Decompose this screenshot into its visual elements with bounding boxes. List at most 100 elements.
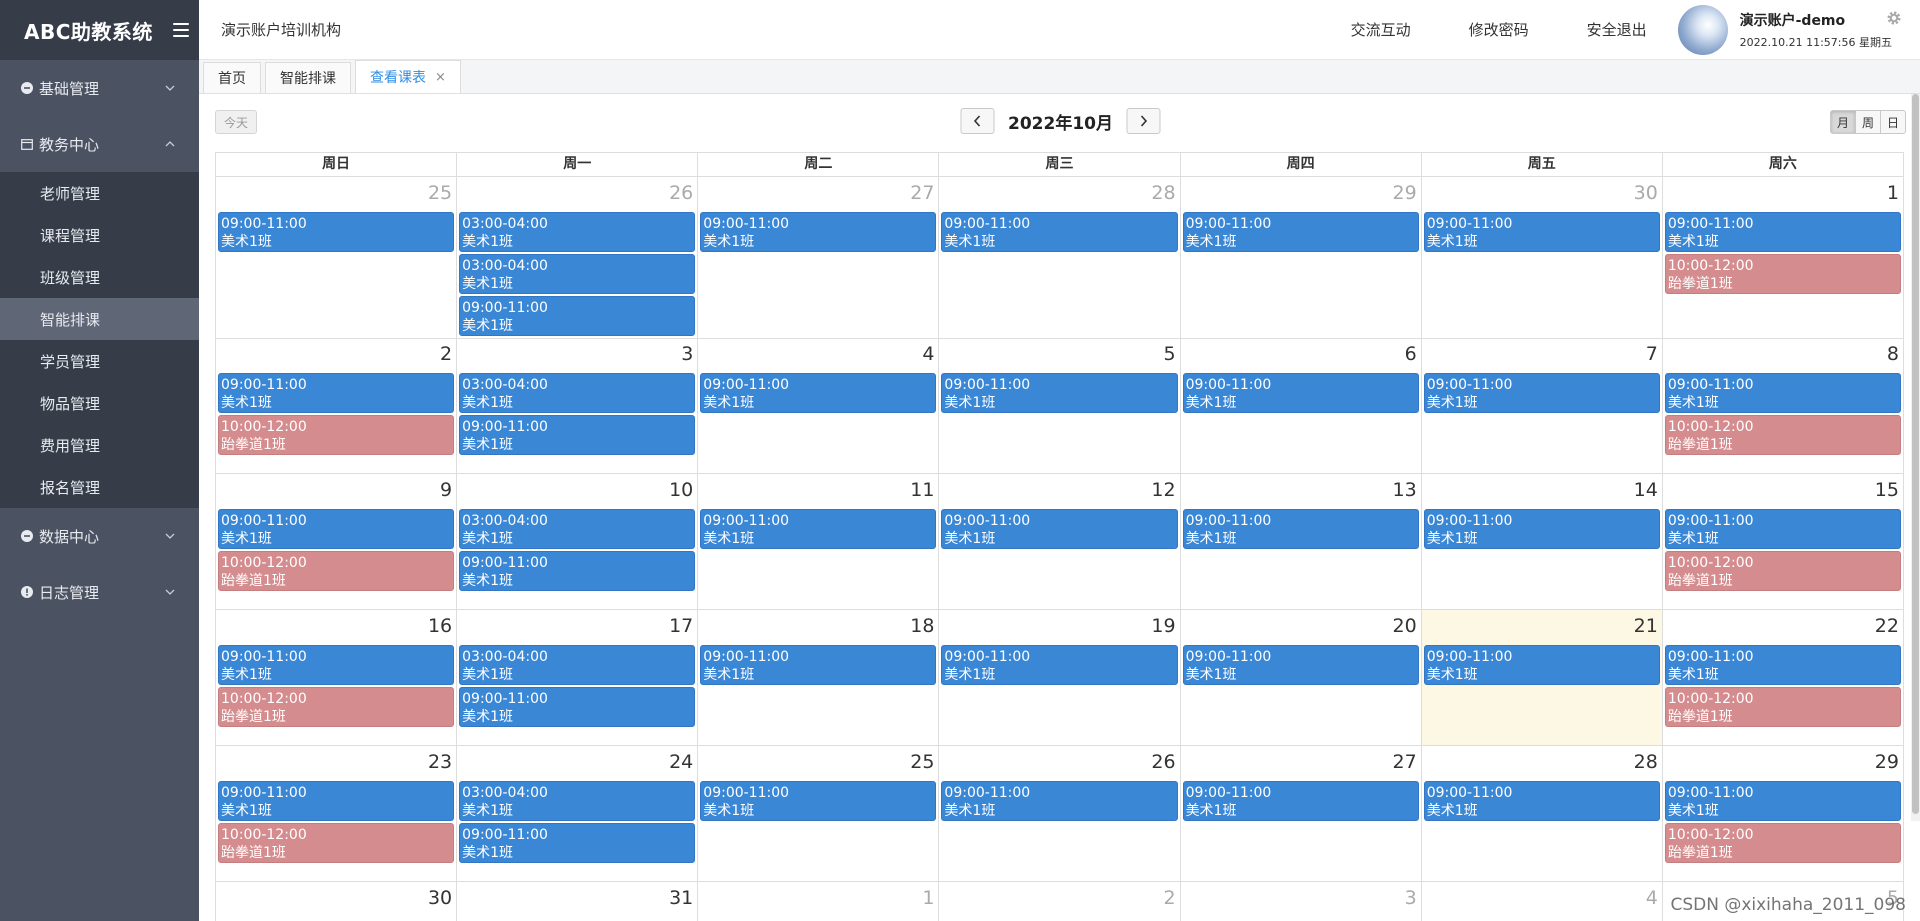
nav-group-academic[interactable]: 教务中心: [0, 116, 199, 172]
day-cell[interactable]: 30: [216, 882, 458, 921]
calendar-event[interactable]: 09:00-11:00 美术1班: [1664, 645, 1901, 685]
day-cell[interactable]: 2 09:00-11:00 美术1班 10:00-12:00 跆拳道1班: [216, 338, 458, 474]
day-cell[interactable]: 23 09:00-11:00 美术1班 10:00-12:00 跆拳道1班: [216, 746, 458, 882]
sidebar-item-classes[interactable]: 班级管理: [0, 256, 199, 298]
calendar-event[interactable]: 09:00-11:00 美术1班: [1182, 373, 1419, 413]
day-cell[interactable]: 19 09:00-11:00 美术1班: [939, 610, 1181, 746]
avatar[interactable]: [1677, 4, 1728, 55]
day-cell[interactable]: 27 09:00-11:00 美术1班: [698, 177, 940, 339]
day-cell[interactable]: 29 09:00-11:00 美术1班: [1180, 177, 1422, 339]
next-month-button[interactable]: [1126, 108, 1161, 134]
calendar-event[interactable]: 09:00-11:00 美术1班: [218, 781, 455, 821]
menu-toggle-icon[interactable]: [173, 23, 189, 37]
sidebar-item-teachers[interactable]: 老师管理: [0, 172, 199, 214]
calendar-event[interactable]: 09:00-11:00 美术1班: [218, 509, 455, 549]
change-password-link[interactable]: 修改密码: [1469, 19, 1529, 40]
day-cell-today[interactable]: 21 09:00-11:00 美术1班: [1421, 610, 1663, 746]
calendar-event[interactable]: 09:00-11:00 美术1班: [459, 296, 696, 336]
tab-scheduling[interactable]: 智能排课: [265, 62, 351, 93]
day-cell[interactable]: 7 09:00-11:00 美术1班: [1421, 338, 1663, 474]
day-cell[interactable]: 8 09:00-11:00 美术1班 10:00-12:00 跆拳道1班: [1662, 338, 1904, 474]
day-cell[interactable]: 10 03:00-04:00 美术1班 09:00-11:00 美术1班: [457, 474, 699, 610]
day-cell[interactable]: 4 09:00-11:00 美术1班: [698, 338, 940, 474]
day-cell[interactable]: 13 09:00-11:00 美术1班: [1180, 474, 1422, 610]
day-cell[interactable]: 25 09:00-11:00 美术1班: [216, 177, 458, 339]
day-cell[interactable]: 14 09:00-11:00 美术1班: [1421, 474, 1663, 610]
day-cell[interactable]: 26 03:00-04:00 美术1班 03:00-04:00 美术1班 09:00-11…: [457, 177, 699, 339]
month-view-button[interactable]: 月: [1829, 110, 1856, 134]
calendar-event[interactable]: 09:00-11:00 美术1班: [1664, 212, 1901, 252]
calendar-event[interactable]: 09:00-11:00 美术1班: [1664, 509, 1901, 549]
calendar-event[interactable]: 09:00-11:00 美术1班: [700, 645, 937, 685]
sidebar-item-fees[interactable]: 费用管理: [0, 424, 199, 466]
day-cell[interactable]: 22 09:00-11:00 美术1班 10:00-12:00 跆拳道1班: [1662, 610, 1904, 746]
calendar-event[interactable]: 09:00-11:00 美术1班: [1423, 645, 1660, 685]
day-cell[interactable]: 16 09:00-11:00 美术1班 10:00-12:00 跆拳道1班: [216, 610, 458, 746]
calendar-event[interactable]: 09:00-11:00 美术1班: [1423, 781, 1660, 821]
calendar-event[interactable]: 09:00-11:00 美术1班: [459, 687, 696, 727]
day-cell[interactable]: 9 09:00-11:00 美术1班 10:00-12:00 跆拳道1班: [216, 474, 458, 610]
day-cell[interactable]: 20 09:00-11:00 美术1班: [1180, 610, 1422, 746]
day-cell[interactable]: 3 03:00-04:00 美术1班 09:00-11:00 美术1班: [457, 338, 699, 474]
calendar-event[interactable]: 10:00-12:00 跆拳道1班: [1664, 551, 1901, 591]
day-cell[interactable]: 6 09:00-11:00 美术1班: [1180, 338, 1422, 474]
calendar-event[interactable]: 09:00-11:00 美术1班: [1182, 781, 1419, 821]
calendar-event[interactable]: 10:00-12:00 跆拳道1班: [218, 415, 455, 455]
calendar-event[interactable]: 09:00-11:00 美术1班: [1664, 373, 1901, 413]
calendar-event[interactable]: 10:00-12:00 跆拳道1班: [218, 823, 455, 863]
day-cell[interactable]: 2: [939, 882, 1181, 921]
nav-group-basic[interactable]: 基础管理: [0, 60, 199, 116]
calendar-event[interactable]: 09:00-11:00 美术1班: [459, 415, 696, 455]
nav-group-data[interactable]: 数据中心: [0, 508, 199, 564]
day-cell[interactable]: 5 09:00-11:00 美术1班: [939, 338, 1181, 474]
day-cell[interactable]: 1: [698, 882, 940, 921]
scrollbar[interactable]: [1911, 94, 1920, 821]
calendar-event[interactable]: 09:00-11:00 美术1班: [700, 373, 937, 413]
calendar-event[interactable]: 09:00-11:00 美术1班: [1182, 645, 1419, 685]
day-cell[interactable]: 4: [1422, 882, 1663, 921]
calendar-event[interactable]: 09:00-11:00 美术1班: [941, 781, 1178, 821]
day-cell[interactable]: 27 09:00-11:00 美术1班: [1180, 746, 1422, 882]
calendar-event[interactable]: 10:00-12:00 跆拳道1班: [1664, 415, 1901, 455]
calendar-event[interactable]: 10:00-12:00 跆拳道1班: [1664, 823, 1901, 863]
calendar-event[interactable]: 09:00-11:00 美术1班: [1423, 509, 1660, 549]
today-button[interactable]: 今天: [215, 110, 258, 134]
day-cell[interactable]: 24 03:00-04:00 美术1班 09:00-11:00 美术1班: [457, 746, 699, 882]
gear-icon[interactable]: [1886, 10, 1902, 31]
sidebar-item-items[interactable]: 物品管理: [0, 382, 199, 424]
calendar-event[interactable]: 03:00-04:00 美术1班: [459, 645, 696, 685]
calendar-event[interactable]: 09:00-11:00 美术1班: [941, 212, 1178, 252]
day-cell[interactable]: 30 09:00-11:00 美术1班: [1421, 177, 1663, 339]
sidebar-item-scheduling[interactable]: 智能排课: [0, 298, 199, 340]
calendar-event[interactable]: 09:00-11:00 美术1班: [218, 645, 455, 685]
day-cell[interactable]: 15 09:00-11:00 美术1班 10:00-12:00 跆拳道1班: [1662, 474, 1904, 610]
close-icon[interactable]: ×: [435, 70, 446, 85]
sidebar-item-students[interactable]: 学员管理: [0, 340, 199, 382]
calendar-event[interactable]: 09:00-11:00 美术1班: [941, 509, 1178, 549]
calendar-event[interactable]: 10:00-12:00 跆拳道1班: [1664, 254, 1901, 294]
community-link[interactable]: 交流互动: [1351, 19, 1411, 40]
calendar-event[interactable]: 09:00-11:00 美术1班: [1423, 212, 1660, 252]
calendar-event[interactable]: 09:00-11:00 美术1班: [941, 373, 1178, 413]
nav-group-logs[interactable]: 日志管理: [0, 564, 199, 620]
sidebar-item-enrollment[interactable]: 报名管理: [0, 466, 199, 508]
calendar-event[interactable]: 03:00-04:00 美术1班: [459, 254, 696, 294]
calendar-event[interactable]: 09:00-11:00 美术1班: [700, 509, 937, 549]
day-cell[interactable]: 18 09:00-11:00 美术1班: [698, 610, 940, 746]
calendar-event[interactable]: 10:00-12:00 跆拳道1班: [218, 551, 455, 591]
day-cell[interactable]: 3: [1181, 882, 1422, 921]
calendar-event[interactable]: 09:00-11:00 美术1班: [218, 212, 455, 252]
day-cell[interactable]: 1 09:00-11:00 美术1班 10:00-12:00 跆拳道1班: [1662, 177, 1904, 339]
day-cell[interactable]: 25 09:00-11:00 美术1班: [698, 746, 940, 882]
day-cell[interactable]: 31: [457, 882, 699, 921]
day-cell[interactable]: 29 09:00-11:00 美术1班 10:00-12:00 跆拳道1班: [1662, 746, 1904, 882]
calendar-event[interactable]: 09:00-11:00 美术1班: [218, 373, 455, 413]
day-cell[interactable]: 26 09:00-11:00 美术1班: [939, 746, 1181, 882]
calendar-event[interactable]: 03:00-04:00 美术1班: [459, 212, 696, 252]
day-cell[interactable]: 12 09:00-11:00 美术1班: [939, 474, 1181, 610]
day-view-button[interactable]: 日: [1880, 110, 1906, 134]
day-cell[interactable]: 11 09:00-11:00 美术1班: [698, 474, 940, 610]
calendar-event[interactable]: 03:00-04:00 美术1班: [459, 509, 696, 549]
scrollbar-thumb[interactable]: [1912, 94, 1919, 814]
calendar-event[interactable]: 10:00-12:00 跆拳道1班: [218, 687, 455, 727]
